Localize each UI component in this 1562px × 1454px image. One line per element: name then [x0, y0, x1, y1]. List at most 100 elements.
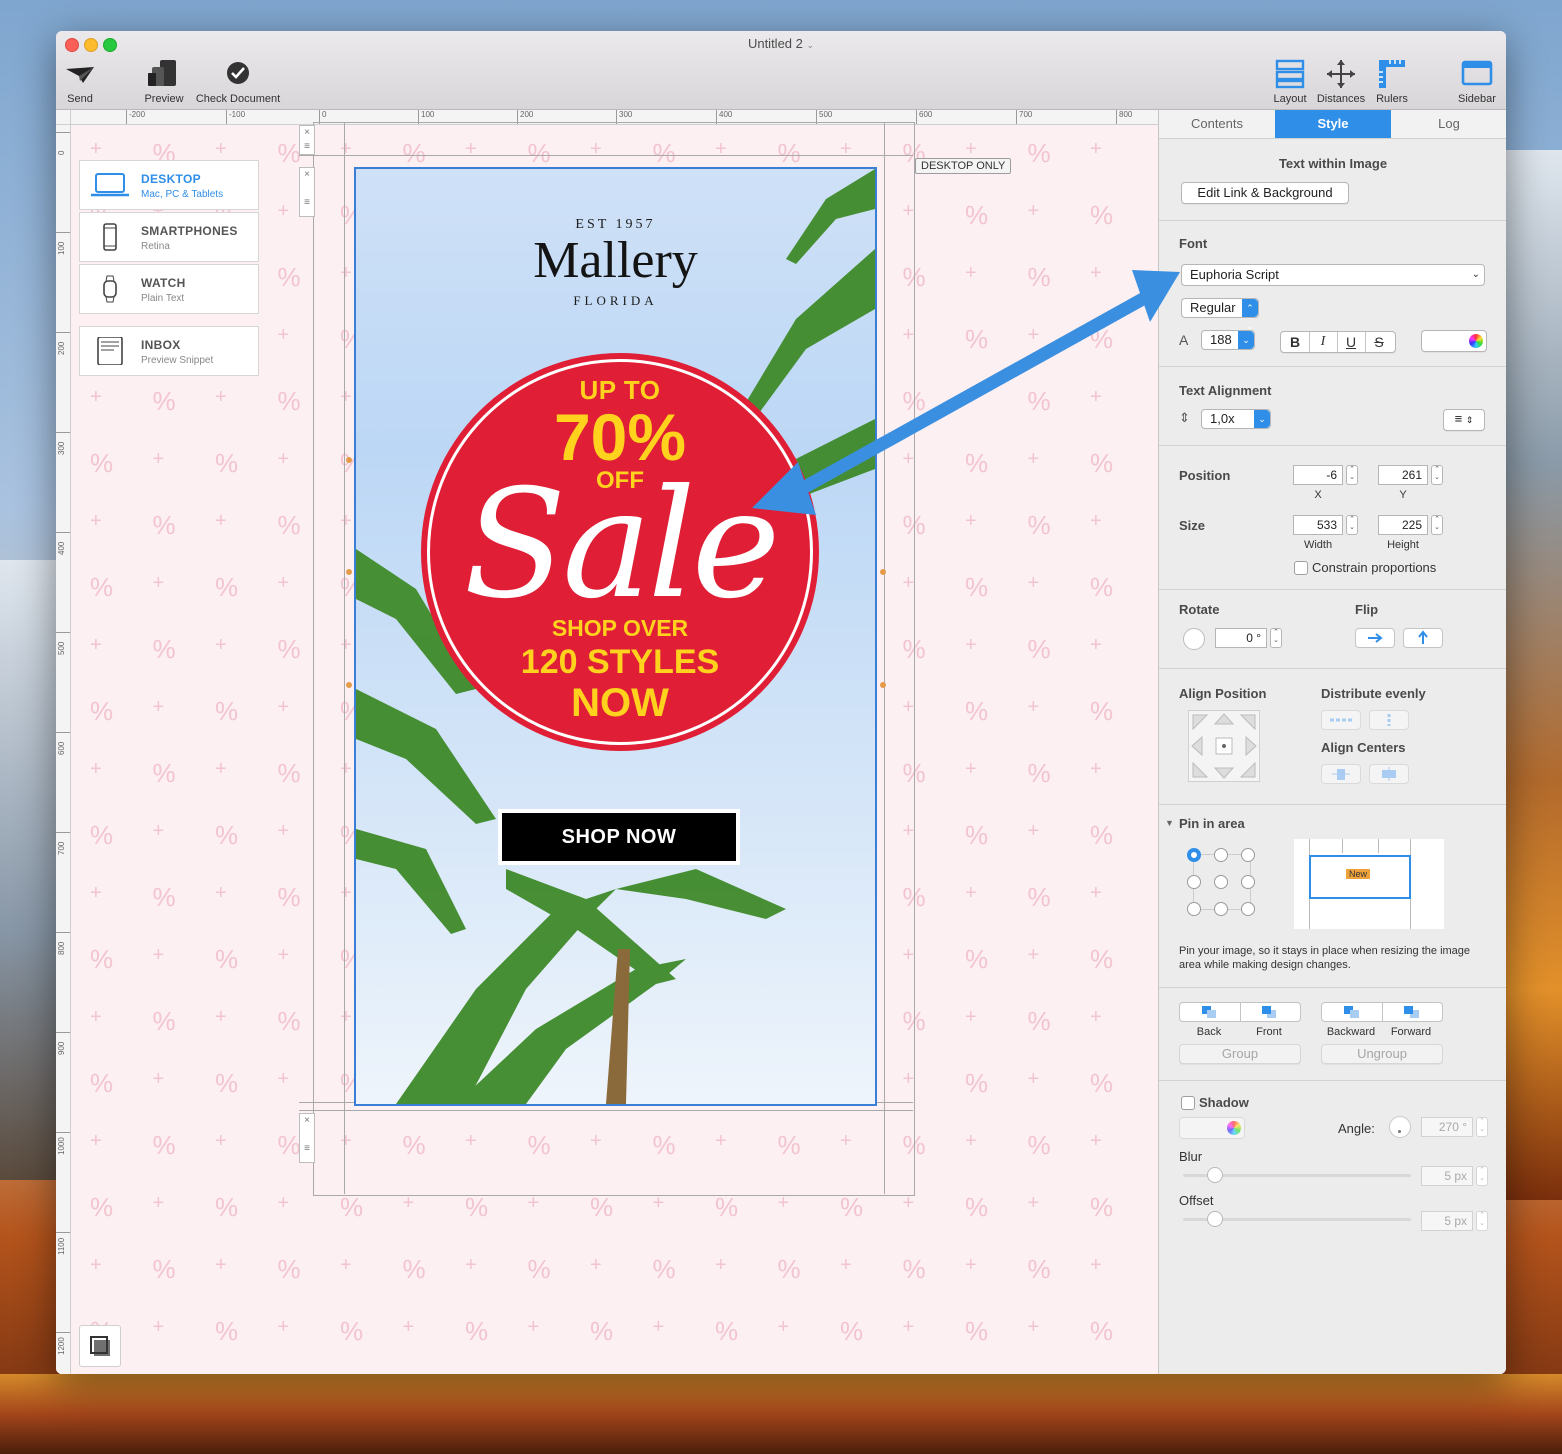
height-field[interactable]: 225	[1378, 515, 1428, 535]
line-height-select[interactable]: 1,0x ⌄	[1201, 409, 1271, 429]
design-canvas[interactable]: +% +% +% +% +% +% +% +% +% +% +% +% +% +% +% +% +% +% +% +%…	[56, 110, 1158, 1374]
pin-dot-center[interactable]	[1214, 875, 1228, 889]
distribute-vertical-button[interactable]	[1369, 710, 1409, 730]
window-title[interactable]: Untitled 2 ⌄	[56, 36, 1506, 51]
tab-contents[interactable]: Contents	[1159, 110, 1275, 138]
divider	[1159, 589, 1506, 590]
underline-button[interactable]: U	[1337, 332, 1366, 352]
desktop-only-tag[interactable]: DESKTOP ONLY	[915, 158, 1012, 174]
pin-dot-top-left[interactable]	[1187, 848, 1201, 862]
drag-handle-icon[interactable]: ≡	[304, 197, 310, 208]
font-size-select[interactable]: 188 ⌄	[1201, 330, 1255, 350]
flip-horizontal-button[interactable]	[1355, 628, 1395, 648]
disclosure-triangle-icon[interactable]: ▼	[1165, 818, 1174, 828]
pattern-plus-glyph: +	[527, 1316, 540, 1338]
close-icon[interactable]: ×	[304, 169, 310, 180]
tab-log[interactable]: Log	[1391, 110, 1506, 138]
sidebar-toggle-button[interactable]: Sidebar	[1454, 59, 1500, 105]
pin-dot-bottom-right[interactable]	[1241, 902, 1255, 916]
pin-dot-top-center[interactable]	[1214, 848, 1228, 862]
pin-dot-bottom-center[interactable]	[1214, 902, 1228, 916]
section-handle[interactable]: × ≡	[299, 125, 315, 155]
rulers-button[interactable]: Rulers	[1370, 59, 1414, 105]
section-handle[interactable]: × ≡	[299, 1113, 315, 1163]
align-center-horizontal-button[interactable]	[1369, 764, 1409, 784]
text-color-well[interactable]	[1421, 330, 1487, 352]
group-button[interactable]: Group	[1179, 1044, 1301, 1064]
device-inbox[interactable]: INBOX Preview Snippet	[79, 326, 259, 376]
tab-style[interactable]: Style	[1275, 110, 1391, 138]
angle-field[interactable]: 270 °	[1421, 1117, 1473, 1137]
pattern-plus-glyph: +	[90, 758, 102, 780]
resize-handle[interactable]	[880, 569, 886, 575]
bring-to-front-button[interactable]	[1240, 1003, 1300, 1021]
send-backward-button[interactable]	[1322, 1003, 1383, 1021]
offset-slider-knob[interactable]	[1207, 1211, 1223, 1227]
position-y-field[interactable]: 261	[1378, 465, 1428, 485]
distribute-vertical-icon	[1387, 714, 1391, 726]
align-center-vertical-button[interactable]	[1321, 764, 1361, 784]
sale-badge[interactable]: UP TO 70% Sale OFF SHOP OVER 120 STYLES …	[421, 353, 819, 751]
strikethrough-button[interactable]: S	[1365, 332, 1393, 352]
vertical-ruler[interactable]: 0 100 200 300 400 500 600 700 800 900 1000 1100 1200	[56, 124, 71, 1374]
blur-field[interactable]: 5 px	[1421, 1166, 1473, 1186]
flip-vertical-button[interactable]	[1403, 628, 1443, 648]
canvas-corner-button[interactable]	[79, 1325, 121, 1367]
angle-stepper[interactable]: ⌃ ⌄	[1476, 1117, 1488, 1137]
offset-field[interactable]: 5 px	[1421, 1211, 1473, 1231]
offset-stepper[interactable]: ⌃ ⌄	[1476, 1211, 1488, 1231]
width-stepper[interactable]: ⌃ ⌄	[1346, 515, 1358, 535]
send-to-back-button[interactable]	[1180, 1003, 1241, 1021]
pin-dot-bottom-left[interactable]	[1187, 902, 1201, 916]
device-smartphones[interactable]: SMARTPHONES Retina	[79, 212, 259, 262]
position-y-stepper[interactable]: ⌃ ⌄	[1431, 465, 1443, 485]
constrain-proportions-checkbox[interactable]	[1294, 561, 1308, 575]
resize-handle[interactable]	[346, 682, 352, 688]
align-position-grid[interactable]	[1188, 710, 1260, 782]
height-stepper[interactable]: ⌃ ⌄	[1431, 515, 1443, 535]
distribute-horizontal-button[interactable]	[1321, 710, 1361, 730]
angle-dial[interactable]	[1389, 1116, 1411, 1138]
shadow-checkbox[interactable]	[1181, 1096, 1195, 1110]
shop-now-button[interactable]: SHOP NOW	[498, 809, 740, 865]
rotate-dial[interactable]	[1183, 628, 1205, 650]
send-label: Send	[67, 93, 93, 105]
distances-button[interactable]: Distances	[1316, 59, 1366, 105]
pin-dot-middle-left[interactable]	[1187, 875, 1201, 889]
device-desktop[interactable]: DESKTOP Mac, PC & Tablets	[79, 160, 259, 210]
close-icon[interactable]: ×	[304, 1115, 310, 1126]
preview-button[interactable]: Preview	[142, 59, 186, 105]
font-weight-select[interactable]: Regular ⌃ ⌄	[1181, 298, 1259, 331]
pin-dot-top-right[interactable]	[1241, 848, 1255, 862]
section-handle[interactable]: × ≡	[299, 167, 315, 217]
resize-handle[interactable]	[880, 682, 886, 688]
bring-forward-button[interactable]	[1382, 1003, 1442, 1021]
layout-button[interactable]: Layout	[1268, 59, 1312, 105]
resize-handle[interactable]	[346, 457, 352, 463]
font-family-select[interactable]: Euphoria Script ⌄	[1181, 264, 1485, 286]
drag-handle-icon[interactable]: ≡	[304, 1143, 310, 1154]
front-label: Front	[1256, 1026, 1282, 1038]
ungroup-button[interactable]: Ungroup	[1321, 1044, 1443, 1064]
position-x-stepper[interactable]: ⌃ ⌄	[1346, 465, 1358, 485]
shadow-color-well[interactable]	[1179, 1117, 1245, 1139]
rotate-field[interactable]: 0 °	[1215, 628, 1267, 648]
check-document-button[interactable]: Check Document	[192, 59, 284, 105]
send-button[interactable]: Send	[62, 59, 98, 105]
selected-banner-image[interactable]: EST 1957 Mallery FLORIDA UP TO 70% Sale …	[354, 167, 877, 1106]
alignment-select[interactable]: ≡ ⇕	[1443, 409, 1485, 431]
drag-handle-icon[interactable]: ≡	[304, 141, 310, 152]
width-field[interactable]: 533	[1293, 515, 1343, 535]
resize-handle[interactable]	[346, 569, 352, 575]
position-x-field[interactable]: -6	[1293, 465, 1343, 485]
pin-position-grid[interactable]	[1187, 848, 1257, 916]
bold-button[interactable]: B	[1281, 332, 1310, 352]
device-watch[interactable]: WATCH Plain Text	[79, 264, 259, 314]
blur-stepper[interactable]: ⌃ ⌄	[1476, 1166, 1488, 1186]
rotate-stepper[interactable]: ⌃ ⌄	[1270, 628, 1282, 648]
blur-slider-knob[interactable]	[1207, 1167, 1223, 1183]
edit-link-background-button[interactable]: Edit Link & Background	[1181, 182, 1349, 204]
italic-button[interactable]: I	[1309, 332, 1338, 352]
pin-dot-middle-right[interactable]	[1241, 875, 1255, 889]
close-icon[interactable]: ×	[304, 127, 310, 138]
